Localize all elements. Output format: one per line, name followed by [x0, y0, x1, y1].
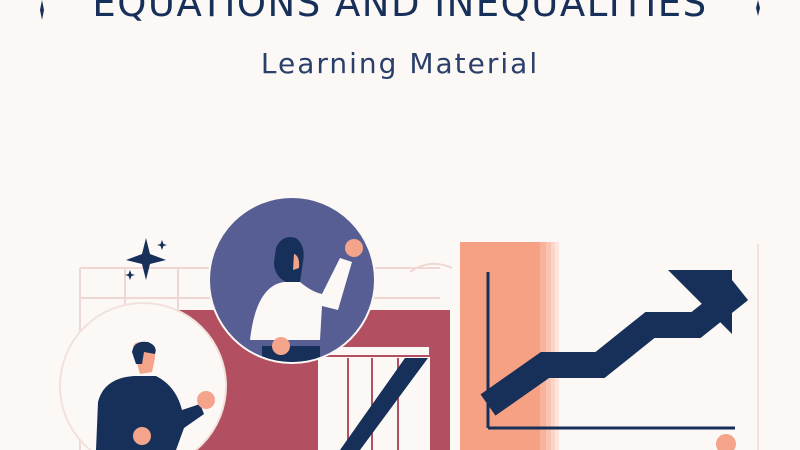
sparkle-star-icon	[125, 238, 167, 280]
illustration	[40, 0, 760, 450]
woman-presenter-icon	[208, 196, 376, 364]
chart-panel	[460, 242, 540, 450]
pillars-icon	[317, 345, 431, 450]
sparkle-star-icon	[756, 0, 760, 16]
chart-panel-texture	[540, 242, 559, 450]
sparkle-star-icon	[40, 0, 44, 20]
decor-dot	[716, 434, 736, 450]
